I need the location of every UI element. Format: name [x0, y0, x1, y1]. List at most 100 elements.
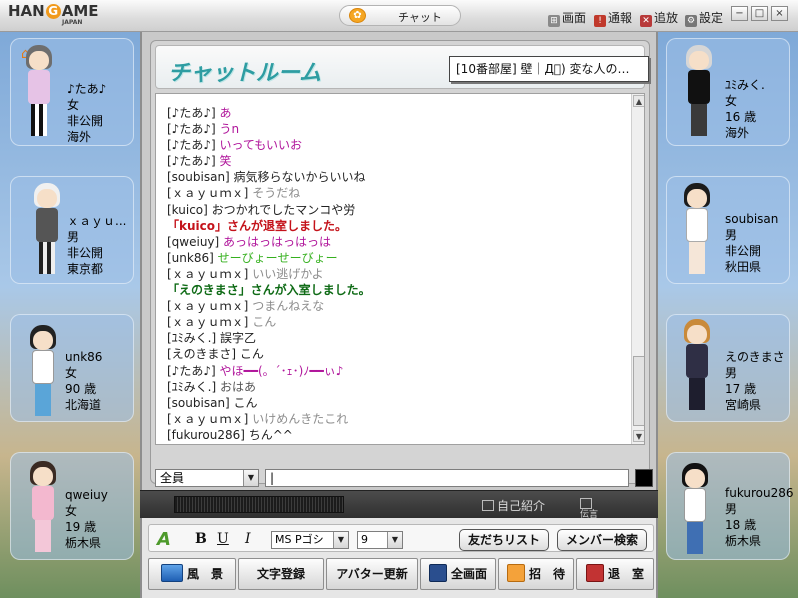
chat-message-sender[interactable]: [ﾕﾐみく.]	[167, 331, 220, 345]
avatar[interactable]	[25, 183, 69, 277]
chat-message: [えのきまさ] こん	[167, 346, 627, 362]
chat-message-sender[interactable]: [ｘａｙｕｍｘ]	[167, 315, 252, 329]
user-gender: 男	[725, 228, 738, 242]
chat-message-sender[interactable]: [unk86]	[167, 251, 218, 265]
chat-message-text: せーびょーせーびょー	[217, 250, 338, 265]
user-gender: 女	[65, 504, 78, 518]
friends-list-button[interactable]: 友だちリスト	[459, 529, 549, 551]
chevron-down-icon[interactable]: ▼	[243, 470, 258, 486]
chat-message-sender[interactable]: [♪たあ♪]	[167, 106, 220, 120]
chat-message-text: 誤字乙	[220, 331, 257, 346]
user-card[interactable]: ｘａｙｕ... 男 非公開 東京都	[10, 176, 134, 284]
user-card[interactable]: unk86 女 90 歳 北海道	[10, 314, 134, 422]
user-card[interactable]: えのきまさ 男 17 歳 宮崎県	[666, 314, 790, 422]
chat-message-text: おつかれでしたマンコや労	[211, 202, 356, 217]
bold-button[interactable]: B	[195, 531, 207, 547]
chat-message-sender[interactable]: [fukurou286]	[167, 428, 249, 442]
user-age: 90 歳	[65, 382, 97, 396]
chat-log[interactable]: [♪たあ♪] あ [♪たあ♪] うn [♪たあ♪] いってもいいお [♪たあ♪] 笑[…	[155, 93, 645, 445]
message-ban-icon	[580, 498, 592, 509]
user-age: 16 歳	[725, 110, 757, 124]
chat-frame: チャットルーム [10番部屋] 壁｜Д゚) 変な人の… [♪たあ♪] あ [♪たあ…	[140, 32, 658, 490]
chat-scrollbar[interactable]: ▲ ▼	[631, 94, 644, 444]
chat-message-sender[interactable]: [えのきまさ]	[167, 347, 240, 361]
input-row: 全員 ▼	[153, 467, 653, 489]
user-gender: 男	[67, 230, 80, 244]
chat-message-sender[interactable]: [qweiuy]	[167, 235, 223, 249]
chat-message: [unk86] せーびょーせーびょー	[167, 250, 627, 266]
expel-menu[interactable]: ✕ 追放	[640, 9, 678, 27]
chevron-down-icon[interactable]: ▼	[333, 532, 348, 548]
restore-button[interactable]: □	[751, 6, 768, 21]
chat-message-text: いけめんきたこれ	[252, 411, 349, 426]
settings-menu[interactable]: ⚙ 設定	[685, 9, 723, 27]
avatar[interactable]	[675, 319, 719, 413]
report-icon: !	[594, 15, 606, 27]
chat-message: [ｘａｙｕｍｘ] こん	[167, 314, 627, 330]
screen-menu[interactable]: ⊞ 画面	[548, 9, 586, 27]
close-button[interactable]: ×	[771, 6, 788, 21]
member-search-button[interactable]: メンバー検索	[557, 529, 647, 551]
font-size-select[interactable]: 9 ▼	[357, 531, 403, 549]
leave-room-icon	[585, 564, 604, 582]
user-card[interactable]: qweiuy 女 19 歳 栃木県	[10, 452, 134, 560]
chat-message-sender[interactable]: [♪たあ♪]	[167, 154, 220, 168]
chat-message-sender[interactable]: [ｘａｙｕｍｘ]	[167, 412, 252, 426]
font-select[interactable]: MS Pゴシ ▼	[271, 531, 349, 549]
chat-message-sender[interactable]: [♪たあ♪]	[167, 364, 220, 378]
avatar[interactable]	[677, 45, 721, 139]
avatar[interactable]	[675, 183, 719, 277]
chat-message-sender[interactable]: [soubisan]	[167, 170, 234, 184]
chat-message: [ｘａｙｕｍｘ] そうだね	[167, 185, 627, 201]
recipient-select[interactable]: 全員 ▼	[155, 469, 259, 487]
hangame-logo[interactable]: HAN G AME	[8, 4, 99, 19]
underline-button[interactable]: U	[217, 531, 229, 547]
chat-message-sender[interactable]: [♪たあ♪]	[167, 138, 220, 152]
right-user-panel: ﾕﾐみく. 女 16 歳 海外 soubisan 男 非公開 秋田県 えのきまさ…	[658, 32, 798, 598]
invite-button[interactable]: 招 待	[498, 558, 574, 590]
user-age: 非公開	[67, 246, 104, 260]
user-gender: 女	[725, 94, 738, 108]
chat-message-text: そうだね	[252, 186, 301, 201]
scenery-button[interactable]: 風 景	[148, 558, 236, 590]
emoticon-register-button[interactable]: 文字登録	[238, 558, 324, 590]
italic-button[interactable]: I	[245, 531, 251, 547]
avatar[interactable]	[21, 461, 65, 555]
text-color-picker[interactable]	[635, 469, 653, 487]
avatar[interactable]	[17, 45, 61, 139]
chat-message-sender[interactable]: [ﾕﾐみく.]	[167, 380, 220, 394]
minimize-button[interactable]: −	[731, 6, 748, 21]
chat-message-text: つまんねえな	[252, 299, 325, 314]
chat-message-sender[interactable]: [ｘａｙｕｍｘ]	[167, 186, 252, 200]
user-card[interactable]: fukurou286 男 18 歳 栃木県	[666, 452, 794, 560]
scroll-down-icon[interactable]: ▼	[633, 430, 644, 442]
avatar-update-button[interactable]: アバター更新	[326, 558, 418, 590]
chat-input[interactable]	[265, 469, 629, 487]
chat-bubble-icon: ✿	[349, 8, 366, 23]
self-intro-button[interactable]: 自己紹介	[482, 497, 545, 514]
chat-message-sender[interactable]: [kuico]	[167, 203, 212, 217]
window-title-pill: ✿ チャット	[339, 5, 461, 26]
user-region: 北海道	[65, 398, 102, 412]
report-menu[interactable]: ! 通報	[594, 9, 632, 27]
gear-icon: ⚙	[685, 15, 697, 27]
chat-message-sender[interactable]: [ｘａｙｕｍｘ]	[167, 267, 252, 281]
user-card[interactable]: ﾕﾐみく. 女 16 歳 海外	[666, 38, 790, 146]
chevron-down-icon[interactable]: ▼	[387, 532, 402, 548]
chat-message-sender[interactable]: [soubisan]	[167, 396, 234, 410]
chat-message-text: 「えのきまさ」さんが入室しました。	[167, 283, 371, 298]
scroll-thumb[interactable]	[633, 356, 644, 426]
user-card[interactable]: soubisan 男 非公開 秋田県	[666, 176, 790, 284]
chat-message-sender[interactable]: [ｘａｙｕｍｘ]	[167, 299, 252, 313]
fullscreen-button[interactable]: 全画面	[420, 558, 496, 590]
leave-room-button[interactable]: 退 室	[576, 558, 654, 590]
avatar[interactable]	[673, 463, 717, 557]
chat-message-text: いい逃げかよ	[252, 266, 324, 281]
avatar[interactable]	[21, 325, 65, 419]
user-card[interactable]: ⌂ ♪たあ♪ 女 非公開 海外	[10, 38, 134, 146]
chat-message: [ｘａｙｕｍｘ] つまんねえな	[167, 298, 627, 314]
chat-message-sender[interactable]: [♪たあ♪]	[167, 122, 220, 136]
user-gender: 女	[67, 98, 80, 112]
user-name: fukurou286	[725, 486, 794, 500]
scroll-up-icon[interactable]: ▲	[633, 95, 644, 107]
